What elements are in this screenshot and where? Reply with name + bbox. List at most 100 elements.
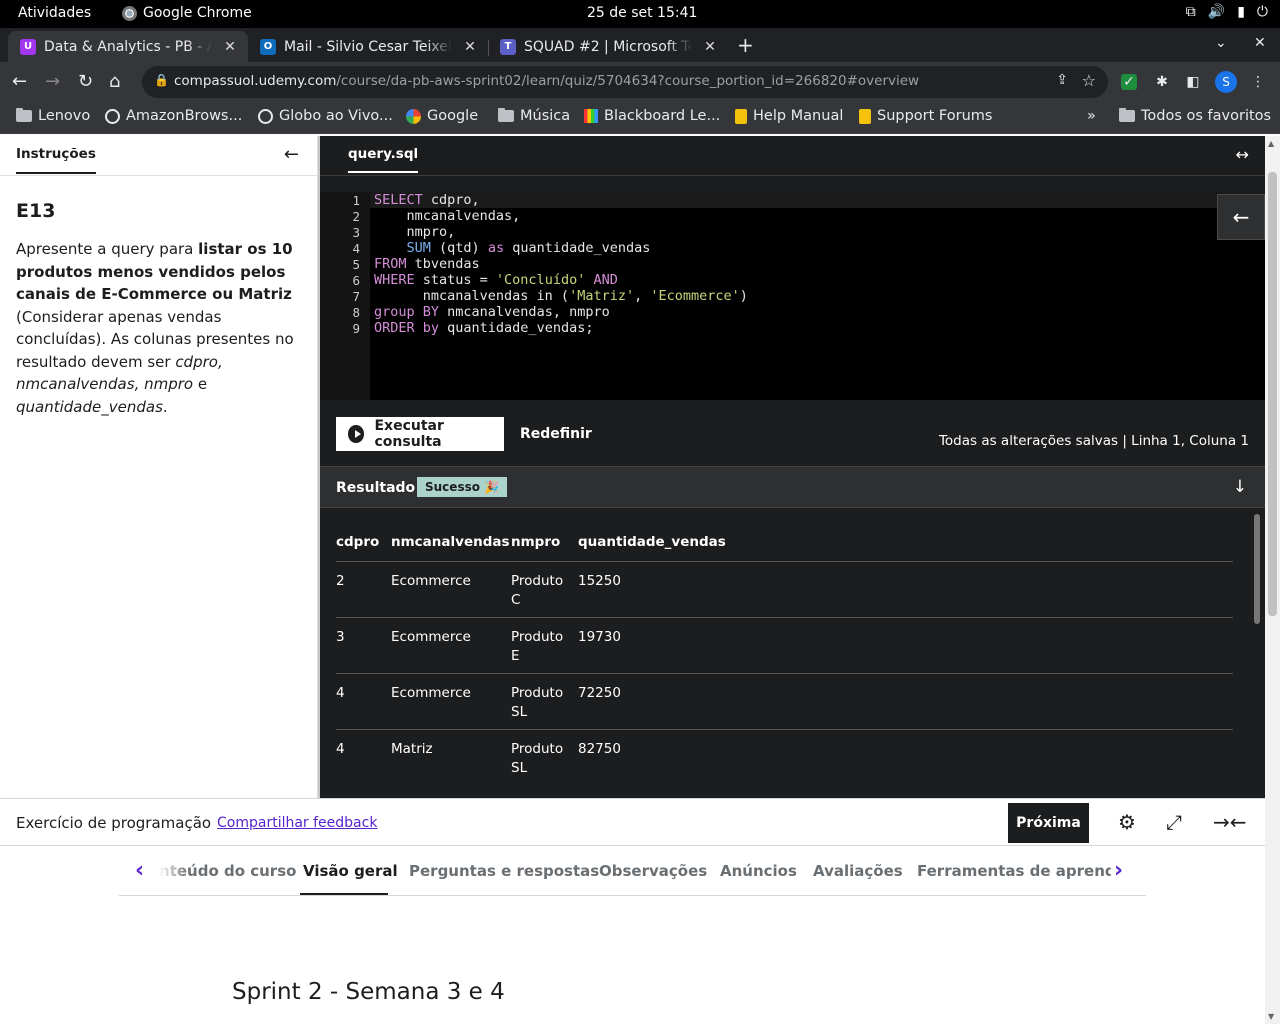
bookmark-blackboard[interactable]: Blackboard Le... bbox=[584, 108, 720, 124]
forward-icon[interactable]: → bbox=[45, 71, 60, 92]
clock[interactable]: 25 de set 15:41 bbox=[587, 5, 697, 21]
exercise-footer: Exercício de programação Compartilhar fe… bbox=[0, 798, 1265, 846]
all-bookmarks[interactable]: Todos os favoritos bbox=[1119, 108, 1271, 124]
tab-udemy[interactable]: U Data & Analytics - PB - AWS ✕ bbox=[8, 31, 248, 62]
scroll-down-icon[interactable]: ▼ bbox=[1268, 1012, 1274, 1021]
sql-keyword: AND bbox=[585, 272, 618, 288]
activities-button[interactable]: Atividades bbox=[18, 5, 91, 21]
tab-title: Mail - Silvio Cesar Teixeira bbox=[284, 38, 452, 55]
cell-nmpro-line: Produto bbox=[511, 573, 564, 589]
line-number: 8 bbox=[352, 305, 360, 320]
cell-canal: Ecommerce bbox=[391, 573, 471, 589]
results-scrollbar[interactable] bbox=[1254, 514, 1260, 624]
bookmark-label: AmazonBrows... bbox=[126, 108, 243, 124]
tab-instructions[interactable]: Instruções bbox=[16, 146, 96, 174]
side-panel-icon[interactable]: ◧ bbox=[1182, 71, 1204, 93]
cell-nmpro-line: Produto bbox=[511, 741, 564, 757]
reset-button[interactable]: Redefinir bbox=[520, 426, 592, 442]
new-tab-button[interactable]: + bbox=[737, 33, 754, 57]
extension-green-icon[interactable]: ✓ bbox=[1121, 74, 1137, 90]
line-number: 9 bbox=[352, 321, 360, 336]
sql-text: , bbox=[634, 288, 651, 304]
scrollbar-thumb[interactable] bbox=[1268, 172, 1277, 616]
editor-panel: query.sql ↔ 1 2 3 4 5 6 7 8 9 SELECT cdp… bbox=[320, 136, 1265, 798]
line-number: 5 bbox=[352, 257, 360, 272]
app-menu[interactable]: Google Chrome bbox=[122, 5, 252, 21]
tab-mail[interactable]: O Mail - Silvio Cesar Teixeira ✕ bbox=[248, 31, 488, 62]
system-tray[interactable]: ⧉ 🔊 ▮ ⏻ bbox=[1186, 4, 1268, 20]
sql-text: status = bbox=[414, 272, 496, 288]
collapse-icon[interactable]: →← bbox=[1213, 810, 1247, 834]
collapse-down-icon[interactable]: ↓ bbox=[1233, 477, 1247, 497]
volume-icon: 🔊 bbox=[1207, 4, 1226, 20]
instructions-panel: Instruções ← E13 Apresente a query para … bbox=[0, 136, 318, 798]
extensions-puzzle-icon[interactable]: ✱ bbox=[1151, 71, 1173, 93]
home-icon[interactable]: ⌂ bbox=[109, 71, 120, 92]
folder-icon bbox=[498, 108, 514, 122]
reload-icon[interactable]: ↻ bbox=[78, 71, 93, 92]
bookmark-lenovo[interactable]: Lenovo bbox=[16, 108, 90, 124]
window-close-icon[interactable]: ✕ bbox=[1254, 35, 1266, 51]
bookmarks-overflow-button[interactable]: » bbox=[1087, 108, 1096, 124]
sql-text: (qtd) bbox=[430, 240, 488, 256]
tab-teams[interactable]: T SQUAD #2 | Microsoft Teams ✕ bbox=[488, 31, 728, 62]
bookmark-globo[interactable]: Globo ao Vivo... bbox=[258, 108, 393, 124]
address-bar[interactable]: 🔒 compassuol.udemy.com/course/da-pb-aws-… bbox=[142, 66, 1108, 98]
sql-text: ) bbox=[739, 288, 748, 304]
cell-nmpro-line: E bbox=[511, 648, 520, 664]
sql-keyword: SELECT bbox=[374, 192, 423, 208]
tab-qa[interactable]: Perguntas e respostas bbox=[409, 862, 599, 880]
close-icon[interactable]: ✕ bbox=[220, 39, 240, 55]
bookmark-support-forums[interactable]: Support Forums bbox=[859, 108, 992, 124]
sidebar-toggle-arrow-icon[interactable]: ← bbox=[1217, 194, 1265, 240]
chevron-right-icon[interactable]: › bbox=[1114, 858, 1123, 883]
table-row: 4 Matriz Produto SL 82750 bbox=[336, 729, 1233, 785]
sql-keyword: FROM bbox=[374, 256, 407, 272]
bookmark-label: Lenovo bbox=[38, 108, 91, 124]
sql-keyword: as bbox=[487, 240, 505, 256]
bookmark-musica[interactable]: Música bbox=[498, 108, 570, 124]
url-path: /course/da-pb-aws-sprint02/learn/quiz/57… bbox=[336, 73, 920, 89]
code-editor[interactable]: 1 2 3 4 5 6 7 8 9 SELECT cdpro, nmcanalv… bbox=[320, 192, 1265, 400]
next-button[interactable]: Próxima bbox=[1008, 803, 1089, 843]
fullscreen-icon[interactable]: ⤢ bbox=[1166, 810, 1182, 834]
file-tab[interactable]: query.sql bbox=[348, 146, 419, 173]
tab-search-icon[interactable]: ⌄ bbox=[1215, 35, 1227, 51]
exercise-description: Apresente a query para listar os 10 prod… bbox=[16, 238, 304, 418]
expand-width-icon[interactable]: ↔ bbox=[1236, 145, 1249, 164]
tab-notes[interactable]: Observações bbox=[599, 862, 707, 880]
tab-learning-tools[interactable]: Ferramentas de aprendiza bbox=[917, 862, 1111, 880]
bookmark-google[interactable]: Google bbox=[406, 108, 478, 124]
scroll-up-icon[interactable]: ▲ bbox=[1268, 139, 1274, 148]
cell-nmpro-line: Produto bbox=[511, 685, 564, 701]
code-line: WHERE status = 'Concluído' AND bbox=[374, 272, 618, 288]
sql-text: tbvendas bbox=[406, 256, 480, 272]
close-icon[interactable]: ✕ bbox=[700, 39, 720, 55]
tab-overview[interactable]: Visão geral bbox=[303, 862, 398, 880]
profile-avatar[interactable]: S bbox=[1215, 71, 1237, 93]
feedback-link[interactable]: Compartilhar feedback bbox=[217, 815, 377, 831]
tabs-fade bbox=[159, 856, 189, 886]
teams-icon: T bbox=[500, 38, 516, 55]
gear-icon[interactable]: ⚙ bbox=[1118, 810, 1136, 834]
lock-icon[interactable]: 🔒 bbox=[154, 73, 169, 87]
bookmark-star-icon[interactable]: ☆ bbox=[1082, 71, 1096, 90]
page-scrollbar[interactable]: ▲ ▼ bbox=[1265, 136, 1280, 1024]
tab-announcements[interactable]: Anúncios bbox=[720, 862, 797, 880]
run-query-button[interactable]: Executar consulta bbox=[336, 417, 504, 451]
table-row: 3 Ecommerce Produto E 19730 bbox=[336, 617, 1233, 673]
menu-kebab-icon[interactable]: ⋮ bbox=[1247, 71, 1269, 93]
column-header: nmcanalvendas bbox=[391, 534, 510, 550]
tab-reviews[interactable]: Avaliações bbox=[813, 862, 903, 880]
sql-function: SUM bbox=[406, 240, 431, 256]
run-toolbar: Executar consulta Redefinir Todas as alt… bbox=[320, 400, 1265, 466]
share-icon[interactable]: ⇪ bbox=[1056, 72, 1068, 88]
back-icon[interactable]: ← bbox=[12, 71, 27, 92]
collapse-arrow-icon[interactable]: ← bbox=[284, 144, 299, 165]
chevron-left-icon[interactable]: ‹ bbox=[135, 858, 144, 883]
close-icon[interactable]: ✕ bbox=[460, 39, 480, 55]
bookmark-amazon[interactable]: AmazonBrows... bbox=[105, 108, 242, 124]
sql-text: quantidade_vendas; bbox=[439, 320, 594, 336]
bookmark-help-manual[interactable]: Help Manual bbox=[735, 108, 843, 124]
column-header: nmpro bbox=[511, 534, 561, 550]
